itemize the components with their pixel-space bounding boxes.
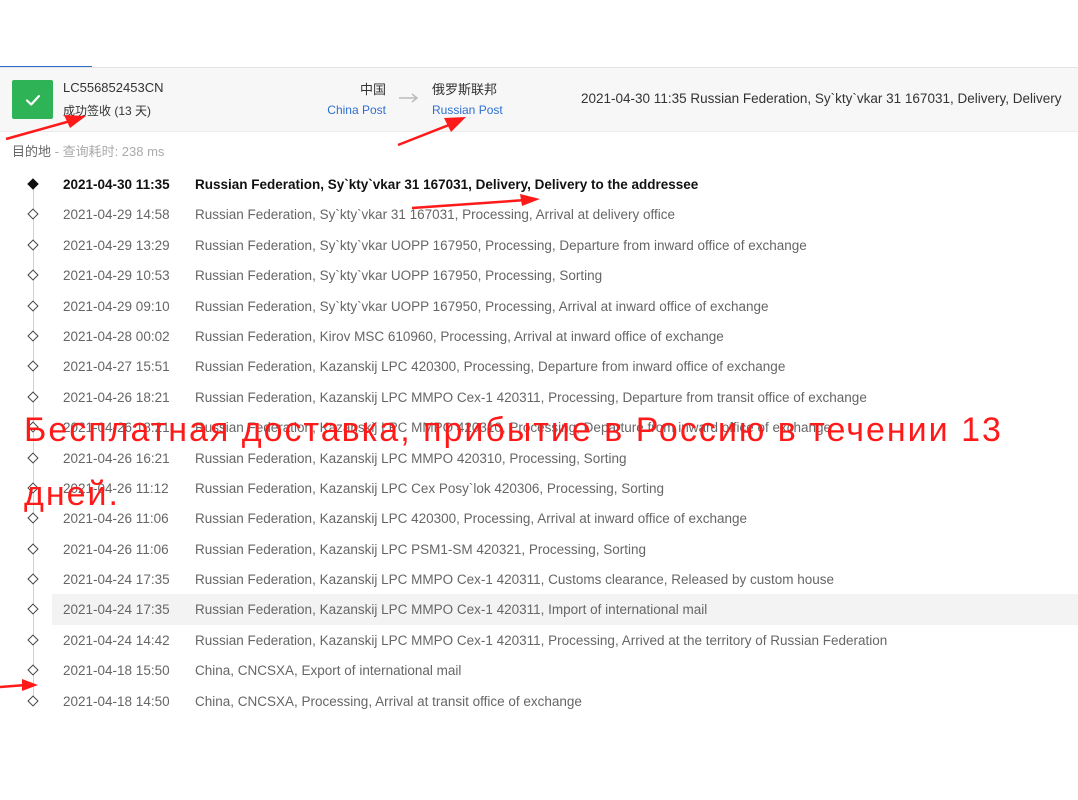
event-description: China, CNCSXA, Export of international m… bbox=[195, 663, 462, 679]
event-time: 2021-04-29 13:29 bbox=[63, 237, 170, 253]
timeline-event: 2021-04-29 13:29 Russian Federation, Sy`k… bbox=[0, 230, 1078, 260]
origin-carrier-link[interactable]: China Post bbox=[300, 102, 386, 118]
event-time: 2021-04-26 11:06 bbox=[63, 541, 169, 557]
event-time: 2021-04-24 17:35 bbox=[63, 602, 170, 618]
event-description: China, CNCSXA, Processing, Arrival at tr… bbox=[195, 693, 582, 709]
annotation-arrow-icon bbox=[397, 117, 466, 147]
diamond-icon bbox=[27, 208, 39, 221]
meta-query-time: - 查询耗时: 238 ms bbox=[51, 144, 165, 159]
annotation-arrow-icon bbox=[5, 115, 86, 141]
timeline-event: 2021-04-24 17:35 Russian Federation, Kaza… bbox=[27, 594, 1078, 625]
timeline-event: 2021-04-18 15:50 China, CNCSXA, Export of… bbox=[0, 655, 1078, 685]
diamond-icon bbox=[27, 543, 39, 555]
timeline-event: 2021-04-29 10:53 Russian Federation, Sy`k… bbox=[0, 260, 1078, 290]
event-description: Russian Federation, Kazanskij LPC 420300… bbox=[195, 359, 786, 375]
timeline-event: 2021-04-18 14:50 China, CNCSXA, Processin… bbox=[0, 686, 1078, 716]
timeline-event: 2021-04-26 11:06 Russian Federation, Kaza… bbox=[0, 534, 1078, 564]
timeline-event: 2021-04-27 15:51 Russian Federation, Kaza… bbox=[0, 351, 1078, 381]
diamond-icon bbox=[27, 573, 39, 585]
route-arrow-icon bbox=[399, 93, 419, 103]
diamond-icon bbox=[27, 330, 39, 342]
destination-block: 俄罗斯联邦 Russian Post bbox=[432, 82, 542, 118]
event-time: 2021-04-24 17:35 bbox=[63, 572, 170, 588]
annotation-arrow-icon bbox=[411, 194, 540, 210]
event-description: Russian Federation, Kazanskij LPC MMPO C… bbox=[195, 632, 888, 648]
filled-diamond-icon bbox=[27, 178, 39, 190]
event-time: 2021-04-18 14:50 bbox=[63, 693, 170, 709]
timeline-event: 2021-04-29 09:10 Russian Federation, Sy`k… bbox=[0, 291, 1078, 321]
diamond-icon bbox=[27, 603, 39, 616]
event-time: 2021-04-24 14:42 bbox=[63, 632, 170, 648]
latest-event: 2021-04-30 11:35 Russian Federation, Sy`… bbox=[581, 91, 1062, 106]
event-time: 2021-04-29 14:58 bbox=[63, 207, 170, 223]
timeline-event: 2021-04-28 00:02 Russian Federation, Kiro… bbox=[0, 321, 1078, 351]
event-time: 2021-04-29 09:10 bbox=[63, 298, 170, 314]
event-description: Russian Federation, Kazanskij LPC MMPO C… bbox=[195, 572, 835, 588]
diamond-icon bbox=[27, 664, 39, 676]
timeline-event: 2021-04-24 14:42 Russian Federation, Kaza… bbox=[0, 625, 1078, 655]
diamond-icon bbox=[27, 360, 39, 373]
promo-caption: Бесплатная доставка, прибытие в Россию в… bbox=[24, 411, 1003, 513]
event-time: 2021-04-18 15:50 bbox=[63, 663, 170, 679]
event-description: Russian Federation, Sy`kty`vkar UOPP 167… bbox=[195, 237, 807, 253]
query-meta: 目的地 - 查询耗时: 238 ms bbox=[12, 141, 164, 160]
event-time: 2021-04-28 00:02 bbox=[63, 328, 170, 344]
event-description: Russian Federation, Kazanskij LPC MMPO C… bbox=[195, 602, 708, 618]
timeline-event: 2021-04-24 17:35 Russian Federation, Kaza… bbox=[0, 564, 1078, 594]
tracking-number[interactable]: LC556852453CN bbox=[63, 80, 163, 95]
event-time: 2021-04-30 11:35 bbox=[63, 177, 170, 192]
origin-country: 中国 bbox=[359, 82, 386, 97]
event-description: Russian Federation, Kazanskij LPC PSM1-S… bbox=[195, 541, 646, 557]
destination-country: 俄罗斯联邦 bbox=[432, 82, 498, 97]
tracking-header: LC556852453CN 成功签收 (13 天) 中国 China Post … bbox=[0, 68, 1078, 132]
event-description: Russian Federation, Sy`kty`vkar UOPP 167… bbox=[195, 268, 603, 284]
event-description: Russian Federation, Kirov MSC 610960, Pr… bbox=[195, 328, 724, 344]
diamond-icon bbox=[27, 694, 39, 707]
diamond-icon bbox=[27, 269, 39, 281]
event-time: 2021-04-27 15:51 bbox=[63, 359, 170, 375]
event-description: Russian Federation, Sy`kty`vkar 31 16703… bbox=[195, 177, 699, 192]
event-description: Russian Federation, Sy`kty`vkar UOPP 167… bbox=[195, 298, 769, 314]
diamond-icon bbox=[27, 299, 39, 312]
origin-block: 中国 China Post bbox=[300, 82, 386, 118]
meta-label: 目的地 bbox=[12, 144, 52, 159]
event-time: 2021-04-29 10:53 bbox=[63, 268, 170, 284]
diamond-icon bbox=[27, 239, 39, 251]
annotation-arrow-icon bbox=[0, 679, 38, 691]
diamond-icon bbox=[27, 634, 39, 646]
